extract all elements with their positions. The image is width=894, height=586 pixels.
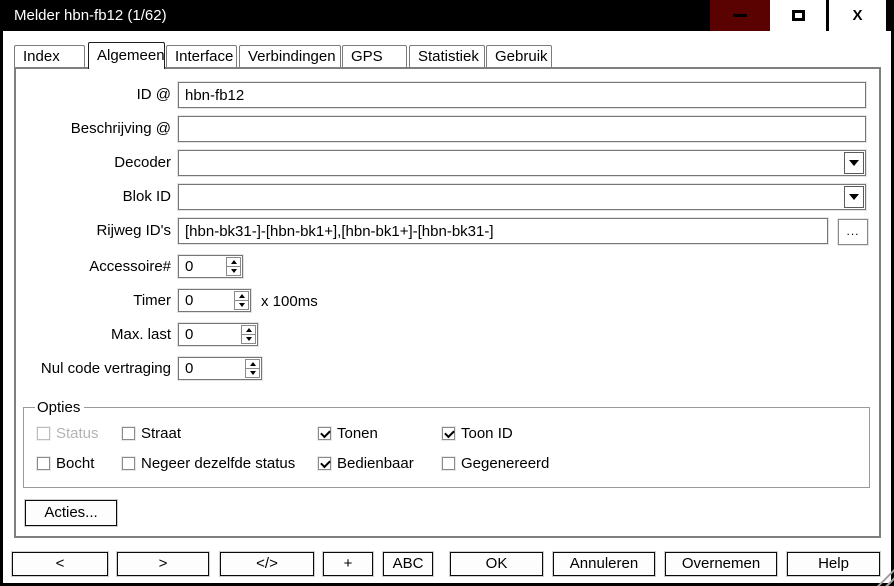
chevron-down-icon xyxy=(849,194,859,200)
triangle-down-icon xyxy=(230,269,237,273)
checkbox-label: Negeer dezelfde status xyxy=(141,455,296,472)
code-view-button[interactable]: </> xyxy=(220,552,314,576)
triangle-down-icon xyxy=(238,303,245,307)
rijweg-browse-button[interactable]: ... xyxy=(838,219,868,245)
accessoire-label: Accessoire# xyxy=(89,258,171,275)
window-title: Melder hbn-fb12 (1/62) xyxy=(14,7,167,24)
max-last-spinner[interactable]: 0 xyxy=(178,323,258,346)
maximize-button[interactable] xyxy=(770,0,826,31)
checkbox-label: Gegenereerd xyxy=(461,455,550,472)
nul-code-value: 0 xyxy=(185,360,194,377)
minimize-icon xyxy=(733,14,747,17)
decoder-label: Decoder xyxy=(114,154,171,171)
tab-verbindingen[interactable]: Verbindingen xyxy=(239,45,341,67)
rijweg-label: Rijweg ID's xyxy=(96,222,171,239)
maximize-icon xyxy=(791,10,805,21)
nav-next-button[interactable]: > xyxy=(117,552,209,576)
checkbox-negeer-dezelfde-status[interactable]: Negeer dezelfde status xyxy=(122,455,295,472)
close-button[interactable]: X xyxy=(829,0,886,31)
beschrijving-input[interactable] xyxy=(178,116,866,142)
checkbox-toon-id[interactable]: Toon ID xyxy=(442,425,513,442)
toon-id-checkbox-box xyxy=(442,427,455,440)
spinner-down-button[interactable] xyxy=(234,300,249,310)
triangle-down-icon xyxy=(249,371,256,375)
timer-label: Timer xyxy=(133,292,171,309)
accessoire-value: 0 xyxy=(185,258,194,275)
dialog-body: Index Algemeen Interface Verbindingen GP… xyxy=(3,31,891,583)
nul-code-spinner[interactable]: 0 xyxy=(178,357,262,380)
checkbox-status[interactable]: Status xyxy=(37,425,99,442)
checkbox-label: Toon ID xyxy=(461,425,513,442)
add-button[interactable]: + xyxy=(323,552,373,576)
timer-value: 0 xyxy=(185,292,194,309)
tab-gebruik[interactable]: Gebruik xyxy=(486,45,552,67)
id-label: ID @ xyxy=(136,86,171,103)
checkbox-straat[interactable]: Straat xyxy=(122,425,181,442)
checkbox-label: Bedienbaar xyxy=(337,455,414,472)
max-last-value: 0 xyxy=(185,326,194,343)
timer-spinner[interactable]: 0 xyxy=(178,289,251,312)
tab-gps[interactable]: GPS xyxy=(342,45,407,67)
checkbox-label: Status xyxy=(56,425,99,442)
tonen-checkbox-box xyxy=(318,427,331,440)
checkbox-bedienbaar[interactable]: Bedienbaar xyxy=(318,455,414,472)
blok-id-label: Blok ID xyxy=(122,188,171,205)
opties-group-title: Opties xyxy=(35,399,85,416)
checkbox-label: Tonen xyxy=(337,425,378,442)
abc-button[interactable]: ABC xyxy=(383,552,433,576)
triangle-down-icon xyxy=(245,337,252,341)
checkbox-label: Straat xyxy=(141,425,182,442)
accessoire-spinner[interactable]: 0 xyxy=(178,255,243,278)
checkbox-label: Bocht xyxy=(56,455,95,472)
tab-algemeen[interactable]: Algemeen xyxy=(88,42,165,69)
triangle-up-icon xyxy=(238,294,245,298)
rijweg-input[interactable] xyxy=(178,218,828,244)
tab-index[interactable]: Index xyxy=(14,45,85,67)
status-checkbox-box xyxy=(37,427,50,440)
checkbox-tonen[interactable]: Tonen xyxy=(318,425,378,442)
blok-id-combobox[interactable] xyxy=(178,184,866,210)
nul-code-label: Nul code vertraging xyxy=(40,360,171,377)
ok-button[interactable]: OK xyxy=(450,552,543,576)
bocht-checkbox-box xyxy=(37,457,50,470)
nav-prev-button[interactable]: < xyxy=(12,552,108,576)
melder-dialog-window: Melder hbn-fb12 (1/62) X Index Algemeen … xyxy=(0,0,894,586)
minimize-button[interactable] xyxy=(710,0,770,31)
beschrijving-label: Beschrijving @ xyxy=(70,120,171,137)
opties-groupbox: Opties xyxy=(23,399,870,488)
timer-unit-label: x 100ms xyxy=(261,293,318,310)
overnemen-button[interactable]: Overnemen xyxy=(665,552,777,576)
spinner-down-button[interactable] xyxy=(245,368,260,378)
triangle-up-icon xyxy=(230,260,237,264)
tab-statistiek[interactable]: Statistiek xyxy=(409,45,485,67)
checkbox-gegenereerd[interactable]: Gegenereerd xyxy=(442,455,549,472)
negeer-checkbox-box xyxy=(122,457,135,470)
tab-interface[interactable]: Interface xyxy=(166,45,237,67)
decoder-combobox[interactable] xyxy=(178,150,866,176)
gegenereerd-checkbox-box xyxy=(442,457,455,470)
spinner-down-button[interactable] xyxy=(226,266,241,276)
close-icon: X xyxy=(852,7,863,24)
annuleren-button[interactable]: Annuleren xyxy=(553,552,655,576)
acties-button[interactable]: Acties... xyxy=(25,500,117,526)
decoder-dropdown-button[interactable] xyxy=(844,152,864,174)
chevron-down-icon xyxy=(849,160,859,166)
triangle-up-icon xyxy=(249,362,256,366)
spinner-down-button[interactable] xyxy=(241,334,256,344)
blok-id-dropdown-button[interactable] xyxy=(844,186,864,208)
help-button[interactable]: Help xyxy=(787,552,880,576)
bedienbaar-checkbox-box xyxy=(318,457,331,470)
id-input[interactable] xyxy=(178,82,866,108)
triangle-up-icon xyxy=(245,328,252,332)
straat-checkbox-box xyxy=(122,427,135,440)
checkbox-bocht[interactable]: Bocht xyxy=(37,455,94,472)
titlebar[interactable]: Melder hbn-fb12 (1/62) X xyxy=(0,0,894,31)
max-last-label: Max. last xyxy=(110,326,171,343)
